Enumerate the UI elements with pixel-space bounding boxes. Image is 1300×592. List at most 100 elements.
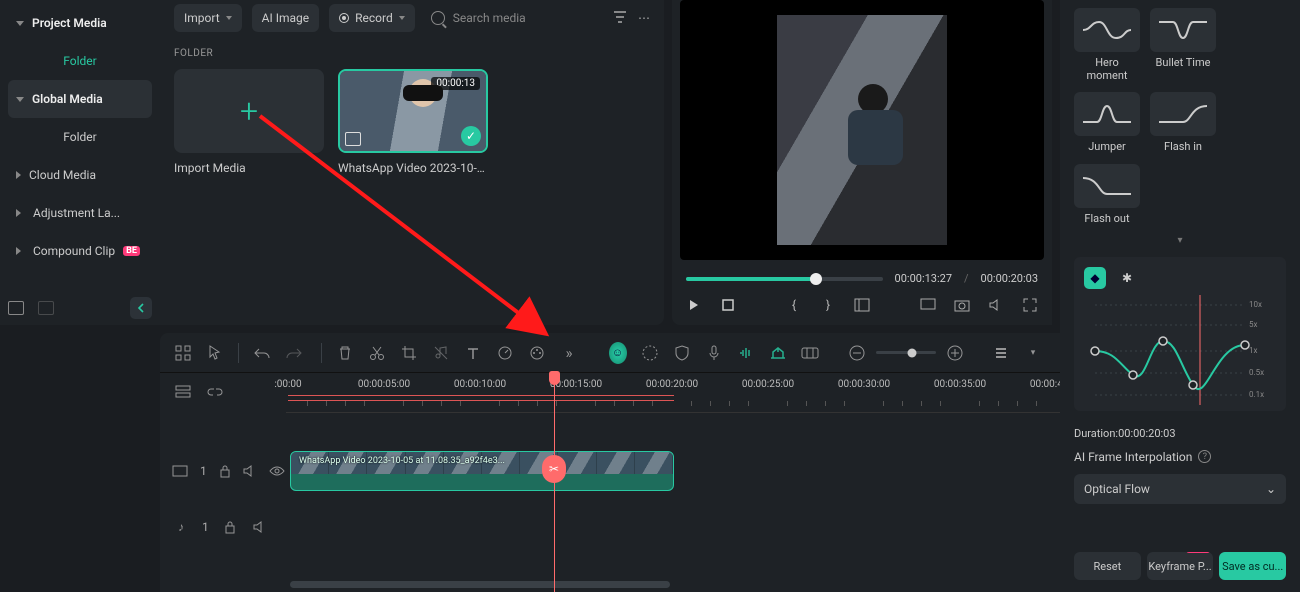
- sidebar-item-label: Adjustment La...: [33, 206, 120, 220]
- collapse-sidebar-button[interactable]: [130, 297, 152, 319]
- new-folder-icon[interactable]: [8, 301, 24, 315]
- sidebar-item-cloud-media[interactable]: Cloud Media: [8, 156, 152, 194]
- timeline-scrollbar[interactable]: [290, 581, 670, 588]
- timeline-layers-icon[interactable]: [174, 383, 192, 401]
- new-folder-disabled-icon: [38, 301, 54, 315]
- sidebar-item-folder-active[interactable]: Folder: [8, 42, 152, 80]
- mute-icon[interactable]: [251, 518, 269, 536]
- filter-icon[interactable]: [612, 9, 628, 28]
- sidebar-item-global-media[interactable]: Global Media: [8, 80, 152, 118]
- help-icon[interactable]: ?: [1198, 450, 1211, 463]
- ai-assist-icon[interactable]: ☺: [609, 344, 627, 362]
- delete-icon[interactable]: [336, 344, 354, 362]
- import-media-tile[interactable]: + Import Media: [174, 69, 324, 175]
- undo-icon[interactable]: [253, 344, 271, 362]
- voice-icon[interactable]: [705, 344, 723, 362]
- display-icon[interactable]: [920, 297, 936, 313]
- grid-icon[interactable]: [174, 344, 192, 362]
- shield-icon[interactable]: [673, 344, 691, 362]
- timeline-toolbar: » ☺ ▾: [160, 333, 1060, 373]
- time-total: 00:00:20:03: [981, 272, 1038, 285]
- playhead[interactable]: ✂: [554, 373, 555, 592]
- clip-type-icon: [345, 132, 361, 146]
- audio-track[interactable]: ♪ 1: [286, 499, 1060, 555]
- track-index: 1: [200, 464, 207, 478]
- timeline-clip[interactable]: Speed Ramping WhatsApp Video 2023-10-05 …: [290, 451, 674, 491]
- marker-icon[interactable]: [769, 344, 787, 362]
- play-icon[interactable]: [686, 297, 702, 313]
- timeline-view-icon[interactable]: [992, 344, 1010, 362]
- fullscreen-icon[interactable]: [1022, 297, 1038, 313]
- ruler-tick: 00:00:10:00: [454, 379, 506, 390]
- preset-flash-out[interactable]: Flash out: [1074, 164, 1140, 225]
- chevron-left-icon: [137, 303, 145, 313]
- speed-curve-graph[interactable]: 10x 5x 1x 0.5x 0.1x: [1084, 295, 1276, 405]
- record-icon: [339, 13, 349, 23]
- sidebar-item-compound-clip[interactable]: Compound Clip BE: [8, 232, 152, 270]
- save-as-custom-button[interactable]: Save as cu...: [1219, 552, 1286, 580]
- pointer-icon[interactable]: [206, 344, 224, 362]
- link-icon[interactable]: [206, 383, 224, 401]
- timeline-view-caret[interactable]: ▾: [1024, 344, 1042, 362]
- plus-icon: +: [240, 92, 258, 130]
- zoom-slider[interactable]: [876, 351, 936, 354]
- more-icon[interactable]: ⋯: [638, 11, 650, 25]
- mark-in-icon[interactable]: {: [786, 297, 802, 313]
- music-off-icon[interactable]: [432, 344, 450, 362]
- ai-image-button[interactable]: AI Image: [252, 4, 319, 32]
- media-clip-tile[interactable]: 00:00:13 ✓ WhatsApp Video 2023-10-05...: [338, 69, 488, 175]
- crop-icon[interactable]: [400, 344, 418, 362]
- import-button[interactable]: Import: [174, 4, 242, 32]
- sidebar-item-project-media[interactable]: Project Media: [8, 4, 152, 42]
- more-tools-icon[interactable]: »: [560, 344, 578, 362]
- zoom-out-icon[interactable]: [848, 344, 866, 362]
- sidebar-item-label: Folder: [63, 130, 96, 144]
- preset-flash-in[interactable]: Flash in: [1150, 92, 1216, 153]
- zoom-in-icon[interactable]: [946, 344, 964, 362]
- preset-hero-moment[interactable]: Hero moment: [1074, 8, 1140, 82]
- lock-icon[interactable]: [221, 518, 239, 536]
- preset-bullet-time[interactable]: Bullet Time: [1150, 8, 1216, 82]
- timeline-ruler[interactable]: :00:0000:00:05:0000:00:10:0000:00:15:000…: [286, 373, 1060, 413]
- split-handle[interactable]: ✂: [542, 455, 566, 483]
- clip-filename: WhatsApp Video 2023-10-05 at 11.08.35_a9…: [299, 456, 505, 466]
- sidebar-item-folder[interactable]: Folder: [8, 118, 152, 156]
- snapshot-icon[interactable]: [954, 297, 970, 313]
- visibility-icon[interactable]: [269, 462, 285, 480]
- sidebar-item-adjustment-layers[interactable]: Adjustment La...: [8, 194, 152, 232]
- speed-ramping-panel: Hero moment Bullet Time Jumper Flash in …: [1060, 0, 1300, 592]
- interpolation-select[interactable]: Optical Flow ⌄: [1074, 474, 1286, 504]
- preview-stage[interactable]: [680, 0, 1044, 260]
- media-toolbar: Import AI Image Record Search media: [174, 0, 650, 36]
- chevron-right-icon: [16, 247, 25, 255]
- text-icon[interactable]: [464, 344, 482, 362]
- audio-sync-icon[interactable]: [737, 344, 755, 362]
- mark-out-icon[interactable]: }: [820, 297, 836, 313]
- split-icon[interactable]: [368, 344, 386, 362]
- curve-freeze-toggle[interactable]: ✱: [1116, 267, 1138, 289]
- video-track[interactable]: 1 Speed Ramping WhatsApp Video 2023-1: [286, 443, 1060, 499]
- speed-icon[interactable]: [496, 344, 514, 362]
- loading-icon[interactable]: [641, 344, 659, 362]
- audio-track-icon[interactable]: ♪: [172, 518, 190, 536]
- safe-zone-icon[interactable]: [854, 297, 870, 313]
- progress-knob[interactable]: [810, 273, 822, 285]
- preset-jumper[interactable]: Jumper: [1074, 92, 1140, 153]
- volume-icon[interactable]: [988, 297, 1004, 313]
- lock-icon[interactable]: [219, 462, 231, 480]
- reset-button[interactable]: Reset: [1074, 552, 1141, 580]
- curve-enable-toggle[interactable]: ◆: [1084, 267, 1106, 289]
- render-icon[interactable]: [801, 344, 819, 362]
- expand-presets-caret[interactable]: ▾: [1074, 235, 1286, 247]
- mute-icon[interactable]: [243, 462, 257, 480]
- redo-icon[interactable]: [285, 344, 303, 362]
- keyframe-path-button[interactable]: BETA Keyframe P...: [1147, 552, 1214, 580]
- color-icon[interactable]: [528, 344, 546, 362]
- progress-track[interactable]: [686, 277, 883, 281]
- search-input[interactable]: Search media: [425, 11, 602, 25]
- record-button[interactable]: Record: [329, 4, 415, 32]
- video-track-icon[interactable]: [172, 462, 188, 480]
- tile-label: WhatsApp Video 2023-10-05...: [338, 161, 488, 175]
- stop-icon[interactable]: [720, 297, 736, 313]
- ruler-tick: :00:00: [274, 379, 301, 390]
